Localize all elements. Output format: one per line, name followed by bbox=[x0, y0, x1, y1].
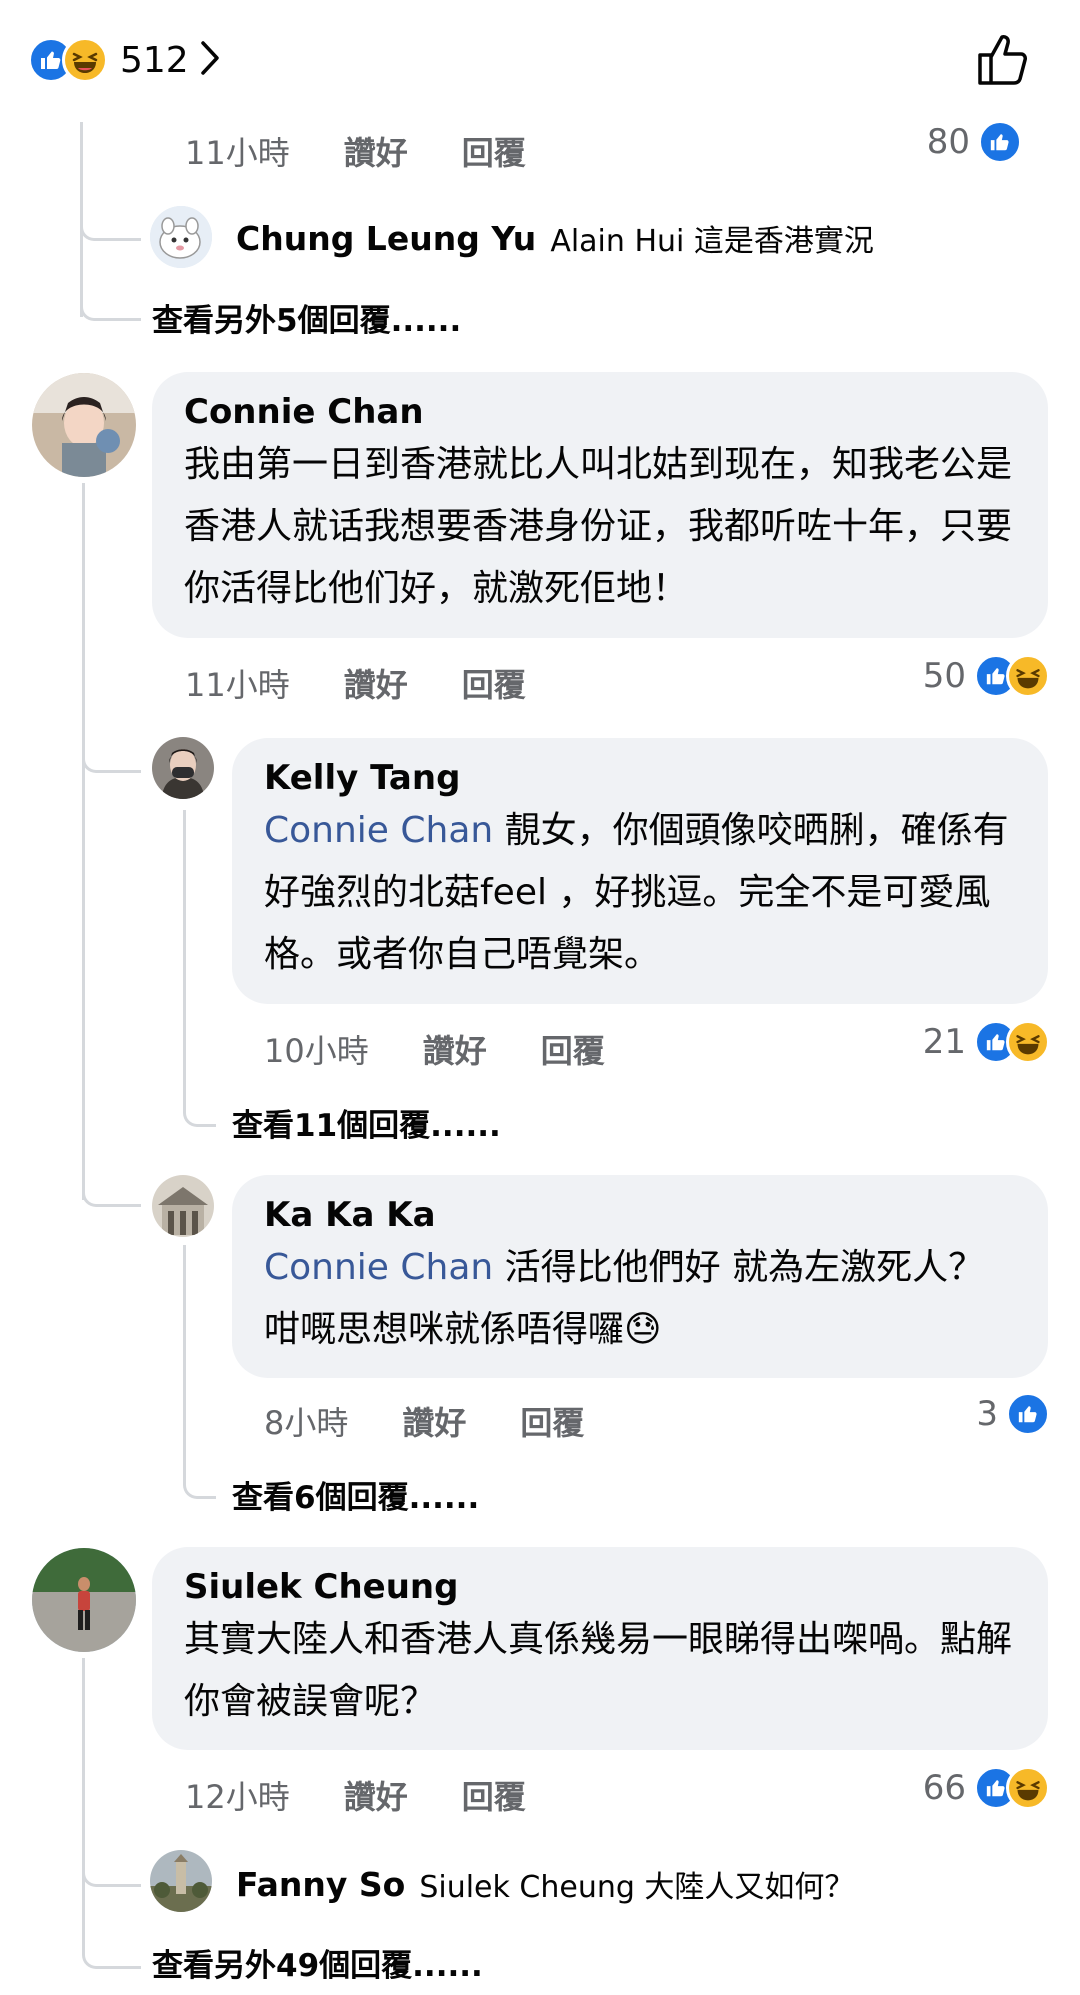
comment-actions: 11小時 讚好 回覆 bbox=[185, 660, 580, 706]
comment-time: 11小時 bbox=[185, 134, 290, 172]
thread-branch bbox=[82, 1154, 141, 1207]
thread-branch bbox=[80, 190, 141, 241]
reply-author[interactable]: Fanny So bbox=[236, 1865, 405, 1904]
thumbs-up-outline-icon[interactable] bbox=[974, 30, 1032, 92]
mention-link[interactable]: Connie Chan bbox=[264, 1247, 493, 1288]
comment-author[interactable]: Connie Chan bbox=[184, 390, 1018, 434]
avatar[interactable] bbox=[32, 1548, 136, 1652]
reply-button[interactable]: 回覆 bbox=[541, 1026, 605, 1072]
reply-text: Alain Hui 這是香港實況 bbox=[550, 224, 874, 259]
inline-reply[interactable]: Fanny So Siulek Cheung 大陸人又如何？ bbox=[236, 1862, 854, 1906]
reaction-number: 66 bbox=[922, 1768, 966, 1808]
thread-line bbox=[82, 483, 85, 1200]
reply-author[interactable]: Chung Leung Yu bbox=[236, 219, 536, 258]
thread-branch bbox=[82, 720, 141, 773]
haha-icon bbox=[62, 37, 108, 83]
reaction-count: 512 bbox=[120, 39, 189, 81]
reply-text: Siulek Cheung 大陸人又如何？ bbox=[419, 1870, 855, 1905]
like-button[interactable]: 讚好 bbox=[423, 1026, 487, 1072]
reply-actions: 10小時 讚好 回覆 bbox=[264, 1026, 659, 1072]
thread-line bbox=[183, 810, 186, 1110]
comment-reactions[interactable]: 50 bbox=[923, 654, 1050, 698]
sweat-emoji-icon: 😓 bbox=[624, 1309, 662, 1350]
thread-branch bbox=[82, 1920, 141, 1969]
view-more-replies-link[interactable]: 查看6個回覆...... bbox=[232, 1472, 479, 1517]
view-more-replies-link[interactable]: 查看11個回覆...... bbox=[232, 1100, 501, 1145]
like-button[interactable]: 讚好 bbox=[344, 128, 408, 174]
reply-button[interactable]: 回覆 bbox=[462, 660, 526, 706]
avatar[interactable] bbox=[152, 737, 214, 799]
thread-line bbox=[82, 1658, 85, 1943]
view-more-replies-link[interactable]: 查看另外5個回覆...... bbox=[152, 295, 461, 340]
reply-text-wrap: Connie Chan 活得比他們好 就為左激死人？咁嘅思想咪就係唔得囉😓 bbox=[264, 1237, 1018, 1361]
like-button[interactable]: 讚好 bbox=[402, 1398, 466, 1444]
reply-time: 8小時 bbox=[264, 1404, 349, 1442]
like-button[interactable]: 讚好 bbox=[344, 1772, 408, 1818]
like-icon bbox=[1006, 1392, 1050, 1436]
thread-branch bbox=[183, 1080, 216, 1127]
avatar[interactable] bbox=[150, 1850, 212, 1912]
comment-text: 其實大陸人和香港人真係幾易一眼睇得出㗎喎。點解你會被誤會呢？ bbox=[184, 1619, 1013, 1722]
like-icon bbox=[978, 120, 1022, 164]
thread-branch bbox=[80, 270, 141, 321]
reply-button[interactable]: 回覆 bbox=[462, 1772, 526, 1818]
haha-icon bbox=[1006, 654, 1050, 698]
reply-bubble: Ka Ka Ka Connie Chan 活得比他們好 就為左激死人？咁嘅思想咪… bbox=[232, 1175, 1048, 1378]
comment-actions: 11小時 讚好 回覆 bbox=[185, 128, 580, 174]
avatar[interactable] bbox=[150, 206, 212, 268]
comment-text: 我由第一日到香港就比人叫北姑到现在，知我老公是香港人就话我想要香港身份证，我都听… bbox=[184, 444, 1013, 609]
comment-actions: 12小時 讚好 回覆 bbox=[185, 1772, 580, 1818]
comment-time: 12小時 bbox=[185, 1778, 290, 1816]
reaction-number: 50 bbox=[922, 656, 966, 696]
haha-icon bbox=[1006, 1020, 1050, 1064]
reply-author[interactable]: Ka Ka Ka bbox=[264, 1193, 1018, 1237]
reaction-number: 21 bbox=[922, 1022, 966, 1062]
comment-time: 11小時 bbox=[185, 666, 290, 704]
inline-reply[interactable]: Chung Leung Yu Alain Hui 這是香港實況 bbox=[236, 216, 874, 260]
haha-icon bbox=[1006, 1766, 1050, 1810]
reply-bubble: Kelly Tang Connie Chan 靚女，你個頭像咬晒脷，確係有好強烈… bbox=[232, 738, 1048, 1004]
reply-text-wrap: Connie Chan 靚女，你個頭像咬晒脷，確係有好強烈的北菇feel ，好挑… bbox=[264, 800, 1018, 986]
avatar[interactable] bbox=[32, 373, 136, 477]
chevron-right-icon[interactable] bbox=[199, 40, 221, 80]
reply-time: 10小時 bbox=[264, 1032, 369, 1070]
comment-author[interactable]: Siulek Cheung bbox=[184, 1565, 1018, 1609]
reply-actions: 8小時 讚好 回覆 bbox=[264, 1398, 638, 1444]
reply-author[interactable]: Kelly Tang bbox=[264, 756, 1018, 800]
reaction-summary[interactable]: 512 bbox=[28, 36, 221, 84]
view-more-replies-link[interactable]: 查看另外49個回覆...... bbox=[152, 1940, 483, 1985]
reaction-number: 3 bbox=[976, 1394, 998, 1434]
like-button[interactable]: 讚好 bbox=[344, 660, 408, 706]
comment-bubble: Connie Chan 我由第一日到香港就比人叫北姑到现在，知我老公是香港人就话… bbox=[152, 372, 1048, 638]
thread-branch bbox=[183, 1450, 216, 1499]
mention-link[interactable]: Connie Chan bbox=[264, 810, 493, 851]
reply-reactions[interactable]: 3 bbox=[976, 1392, 1050, 1436]
reply-button[interactable]: 回覆 bbox=[462, 128, 526, 174]
comment-reactions[interactable]: 66 bbox=[923, 1766, 1050, 1810]
thread-line bbox=[183, 1245, 186, 1485]
comment-bubble: Siulek Cheung 其實大陸人和香港人真係幾易一眼睇得出㗎喎。點解你會被… bbox=[152, 1547, 1048, 1750]
avatar[interactable] bbox=[152, 1175, 214, 1237]
thread-branch bbox=[82, 1836, 141, 1887]
reply-button[interactable]: 回覆 bbox=[520, 1398, 584, 1444]
comment-reactions[interactable]: 80 bbox=[927, 120, 1022, 164]
reply-reactions[interactable]: 21 bbox=[923, 1020, 1050, 1064]
reaction-number: 80 bbox=[926, 122, 970, 162]
